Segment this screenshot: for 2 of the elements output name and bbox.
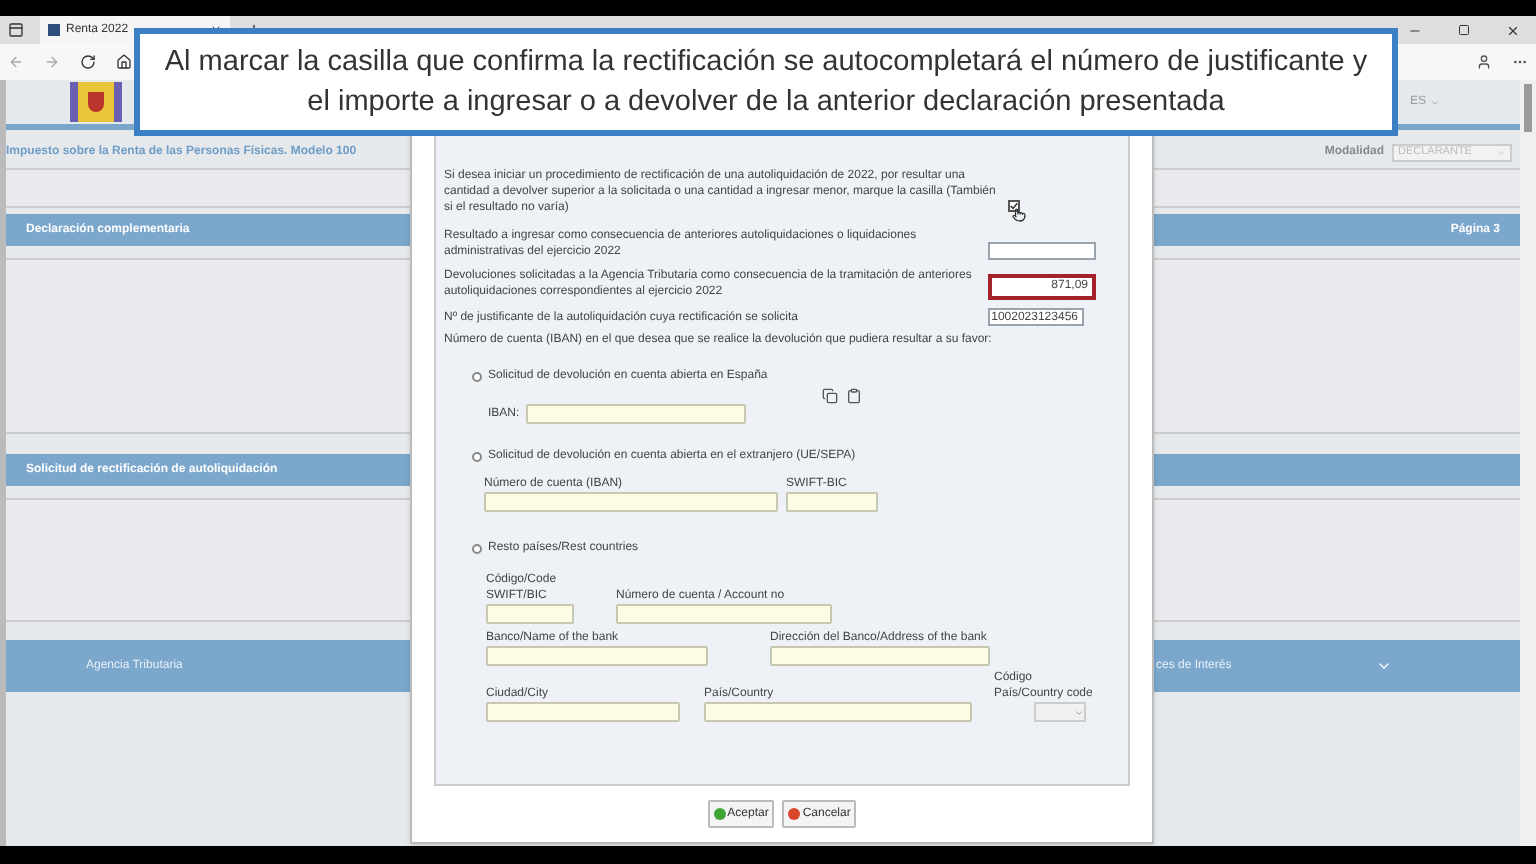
caption-line: el importe a ingresar o a devolver de la anterior declaración presentada — [307, 84, 1225, 122]
caption-line: Al marcar la casilla que confirma la rectificación se autocompletará el número de justificante y — [164, 44, 1368, 82]
